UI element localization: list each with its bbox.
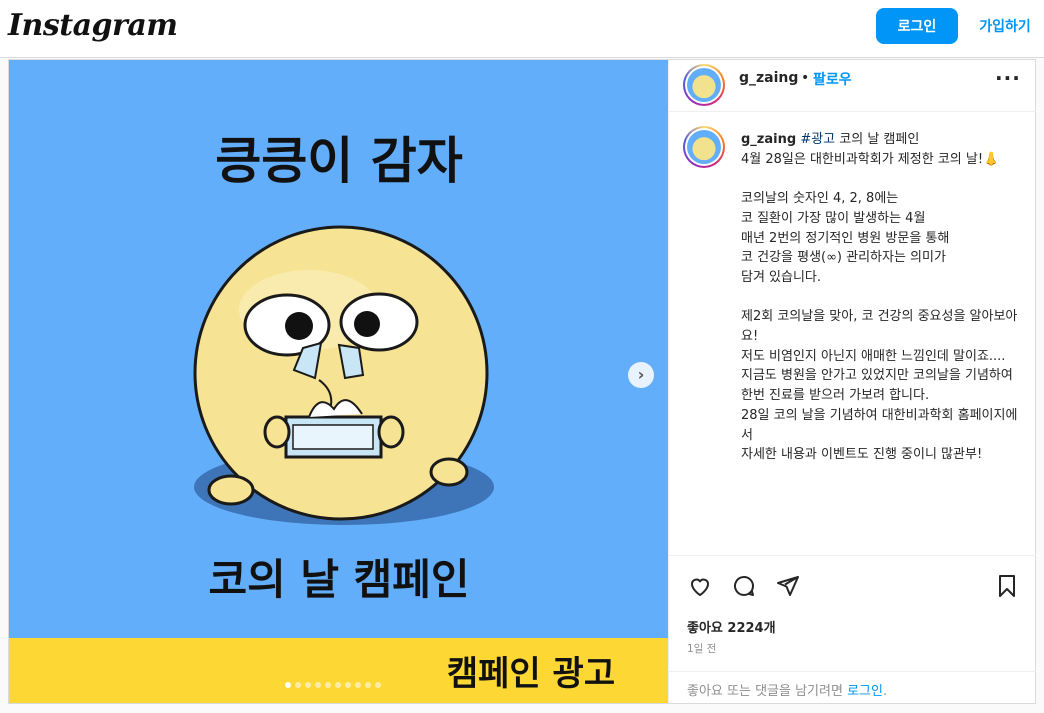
separator-dot: •: [801, 70, 810, 86]
heart-icon[interactable]: [687, 574, 713, 598]
post-header: g_zaing • 팔로우 ···: [669, 60, 1036, 112]
slide-dot: [325, 682, 331, 688]
slide-dot: [315, 682, 321, 688]
follow-button[interactable]: 팔로우: [813, 69, 852, 89]
bookmark-icon[interactable]: [995, 574, 1019, 598]
likes-count[interactable]: 좋아요 2224개: [687, 617, 776, 636]
post-time[interactable]: 1일 전: [687, 641, 716, 656]
action-bar: [669, 568, 1036, 602]
media-title-bottom: 코의 날 캠페인: [208, 555, 469, 604]
media-banner: 캠페인 광고: [447, 654, 615, 694]
comment-icon[interactable]: [731, 574, 757, 598]
post-caption: g_zaing #광고 코의 날 캠페인 4월 28일은 대한비과학회가 제정한…: [741, 130, 1019, 465]
avatar[interactable]: [683, 64, 725, 106]
slide-dot: [355, 682, 361, 688]
slide-dot: [295, 682, 301, 688]
top-bar: Instagram 로그인 가입하기: [0, 0, 1044, 58]
more-options-icon[interactable]: ···: [995, 66, 1021, 90]
post-media: 킁킁이 감자 코의 날 캠페인 캠페인 광고 ›: [9, 60, 668, 703]
slide-dot: [305, 682, 311, 688]
slide-indicator: [285, 682, 381, 688]
login-button[interactable]: 로그인: [876, 8, 958, 44]
slide-dot: [375, 682, 381, 688]
instagram-logo[interactable]: Instagram: [8, 8, 178, 43]
footer-end: .: [882, 684, 888, 699]
slide-dot: [285, 682, 291, 688]
footer-prompt: 좋아요 또는 댓글을 남기려면: [687, 684, 848, 699]
comment-footer: 좋아요 또는 댓글을 남기려면 로그인.: [669, 671, 1036, 703]
signup-button[interactable]: 가입하기: [966, 8, 1044, 44]
slide-dot: [345, 682, 351, 688]
footer-text: 좋아요 또는 댓글을 남기려면 로그인.: [687, 680, 887, 699]
slide-dot: [335, 682, 341, 688]
post-sidebar: g_zaing • 팔로우 ··· g_zaing #광고 코의 날 캠페인 4…: [668, 60, 1036, 703]
caption-avatar[interactable]: [683, 126, 725, 168]
caption-text: 코의 날 캠페인 4월 28일은 대한비과학회가 제정한 코의 날!👃 코의날의…: [741, 132, 1018, 463]
slide-dot: [365, 682, 371, 688]
caption-username[interactable]: g_zaing: [741, 132, 796, 147]
post-image: 킁킁이 감자 코의 날 캠페인 캠페인 광고: [9, 60, 668, 703]
caption-area: g_zaing #광고 코의 날 캠페인 4월 28일은 대한비과학회가 제정한…: [669, 112, 1036, 556]
footer-login-link[interactable]: 로그인: [847, 684, 883, 699]
post-container: 킁킁이 감자 코의 날 캠페인 캠페인 광고 › g_zaing • 팔로우 ·…: [8, 59, 1036, 704]
media-title-top: 킁킁이 감자: [215, 132, 462, 190]
chevron-right-icon: ›: [637, 365, 645, 384]
caption-hashtag[interactable]: #광고: [800, 132, 835, 147]
next-slide-button[interactable]: ›: [628, 362, 654, 388]
share-icon[interactable]: [775, 574, 801, 598]
username-link[interactable]: g_zaing: [739, 70, 798, 86]
